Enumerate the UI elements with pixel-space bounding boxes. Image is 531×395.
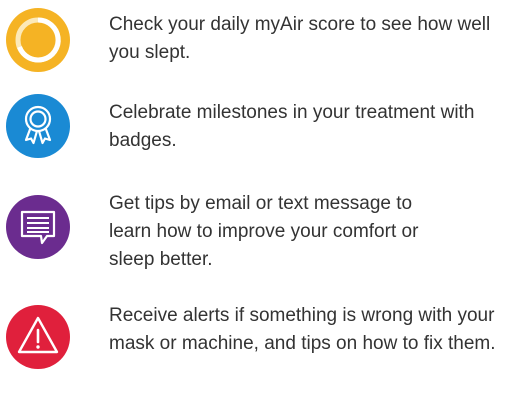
feature-text-alerts: Receive alerts if something is wrong wit…: [109, 305, 496, 354]
award-ribbon-icon: [6, 94, 70, 158]
message-bubble-icon: [6, 195, 70, 259]
feature-list: Check your daily myAir score to see how …: [0, 0, 531, 395]
warning-triangle-icon: [6, 305, 70, 369]
feature-text-score: Check your daily myAir score to see how …: [109, 14, 491, 63]
score-ring-icon: [6, 8, 70, 72]
feature-text-tips: Get tips by email or text message to lea…: [109, 193, 419, 270]
feature-text-badges: Celebrate milestones in your treatment w…: [109, 102, 475, 151]
